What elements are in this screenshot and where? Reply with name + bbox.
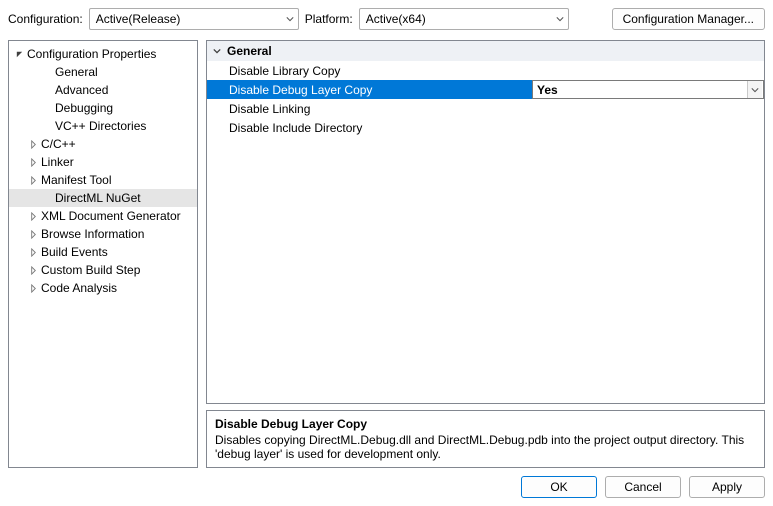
tree-item-label: VC++ Directories [55, 119, 146, 133]
tree-item-label: Debugging [55, 101, 113, 115]
tree-item[interactable]: Manifest Tool [9, 171, 198, 189]
category-header[interactable]: General [207, 41, 764, 61]
tree-item[interactable]: C/C++ [9, 135, 198, 153]
tree-item[interactable]: XML Document Generator [9, 207, 198, 225]
tree-item-label: Advanced [55, 83, 108, 97]
tree-item[interactable]: Code Analysis [9, 279, 198, 297]
chevron-down-icon[interactable] [213, 44, 221, 58]
nav-tree[interactable]: Configuration Properties General Advanced… [8, 40, 198, 468]
expand-icon[interactable] [27, 140, 39, 149]
platform-value: Active(x64) [366, 12, 426, 26]
configuration-label: Configuration: [8, 12, 83, 26]
tree-item[interactable]: Advanced [9, 81, 198, 99]
tree-root-label: Configuration Properties [27, 47, 156, 61]
chevron-down-icon [286, 12, 294, 26]
apply-button[interactable]: Apply [689, 476, 765, 498]
tree-item[interactable]: Browse Information [9, 225, 198, 243]
expand-icon[interactable] [27, 248, 39, 257]
tree-root[interactable]: Configuration Properties [9, 45, 198, 63]
tree-item[interactable]: Linker [9, 153, 198, 171]
expand-icon[interactable] [27, 230, 39, 239]
property-value[interactable]: Yes [532, 80, 764, 99]
property-value[interactable] [532, 99, 764, 118]
tree-item-label: XML Document Generator [41, 209, 181, 223]
tree-item-label: Browse Information [41, 227, 144, 241]
description-body: Disables copying DirectML.Debug.dll and … [215, 433, 756, 461]
chevron-down-icon [556, 12, 564, 26]
tree-item-label: Manifest Tool [41, 173, 111, 187]
chevron-down-icon[interactable] [747, 81, 762, 98]
cancel-button[interactable]: Cancel [605, 476, 681, 498]
expand-icon[interactable] [27, 158, 39, 167]
tree-item[interactable]: Build Events [9, 243, 198, 261]
tree-item-label: Custom Build Step [41, 263, 140, 277]
tree-item-label: C/C++ [41, 137, 76, 151]
description-title: Disable Debug Layer Copy [215, 417, 756, 431]
expand-icon[interactable] [27, 212, 39, 221]
description-panel: Disable Debug Layer Copy Disables copyin… [206, 410, 765, 468]
property-name: Disable Debug Layer Copy [207, 80, 532, 99]
tree-item[interactable]: Custom Build Step [9, 261, 198, 279]
configuration-value: Active(Release) [96, 12, 181, 26]
expand-icon[interactable] [27, 176, 39, 185]
collapse-icon[interactable] [13, 50, 25, 59]
platform-combo[interactable]: Active(x64) [359, 8, 569, 30]
property-name: Disable Linking [207, 99, 532, 118]
tree-item[interactable]: Debugging [9, 99, 198, 117]
expand-icon[interactable] [27, 284, 39, 293]
tree-item[interactable]: General [9, 63, 198, 81]
configuration-manager-button[interactable]: Configuration Manager... [612, 8, 765, 30]
property-row[interactable]: Disable Linking [207, 99, 764, 118]
tree-item-label: Build Events [41, 245, 108, 259]
property-grid[interactable]: General Disable Library CopyDisable Debu… [206, 40, 765, 404]
property-value[interactable] [532, 61, 764, 80]
tree-item-label: DirectML NuGet [55, 191, 141, 205]
tree-item-label: Linker [41, 155, 74, 169]
property-name: Disable Library Copy [207, 61, 532, 80]
platform-label: Platform: [305, 12, 353, 26]
property-row[interactable]: Disable Include Directory [207, 118, 764, 137]
expand-icon[interactable] [27, 266, 39, 275]
tree-item[interactable]: DirectML NuGet [9, 189, 198, 207]
property-value[interactable] [532, 118, 764, 137]
tree-item[interactable]: VC++ Directories [9, 117, 198, 135]
property-row[interactable]: Disable Library Copy [207, 61, 764, 80]
tree-item-label: Code Analysis [41, 281, 117, 295]
property-name: Disable Include Directory [207, 118, 532, 137]
property-row[interactable]: Disable Debug Layer CopyYes [207, 80, 764, 99]
ok-button[interactable]: OK [521, 476, 597, 498]
tree-item-label: General [55, 65, 98, 79]
configuration-combo[interactable]: Active(Release) [89, 8, 299, 30]
category-label: General [227, 44, 272, 58]
